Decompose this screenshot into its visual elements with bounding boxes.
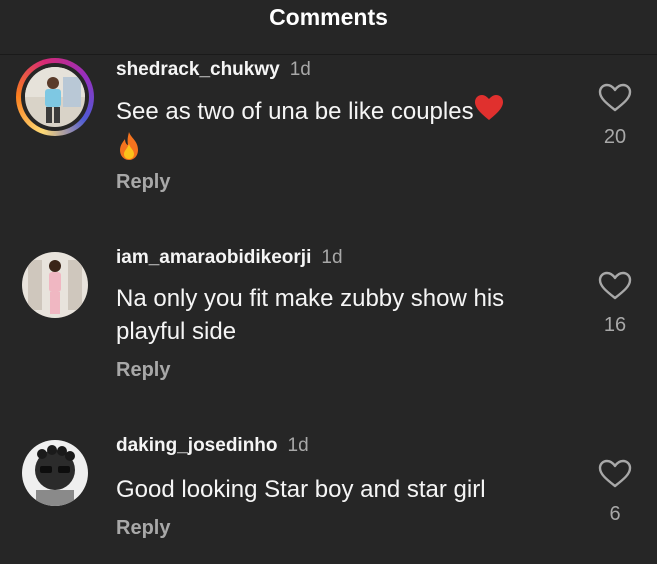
comment-text: See as two of una be like couples xyxy=(116,94,556,170)
heart-outline-icon[interactable] xyxy=(598,271,632,301)
reply-button[interactable]: Reply xyxy=(116,359,170,382)
avatar[interactable] xyxy=(16,58,94,136)
reply-button[interactable]: Reply xyxy=(116,517,170,540)
avatar-photo xyxy=(22,252,88,318)
heart-outline-icon[interactable] xyxy=(598,83,632,113)
comment-time: 1d xyxy=(287,435,309,456)
reply-button[interactable]: Reply xyxy=(116,171,170,194)
like-count: 6 xyxy=(609,503,621,525)
comment-username[interactable]: daking_josedinho 1d xyxy=(116,435,309,457)
comments-header: Comments xyxy=(0,0,657,55)
comment-text: Good looking Star boy and star girl xyxy=(116,476,486,503)
avatar[interactable] xyxy=(16,434,94,512)
red-heart-icon xyxy=(474,94,504,131)
comment-text: Na only you fit make zubby show his play… xyxy=(116,285,505,345)
like-count: 16 xyxy=(603,314,627,336)
comment-time: 1d xyxy=(321,247,343,268)
heart-outline-icon[interactable] xyxy=(598,459,632,489)
fire-icon xyxy=(116,131,142,170)
page-title: Comments xyxy=(269,4,388,30)
like-count: 20 xyxy=(603,126,627,148)
comment-username[interactable]: shedrack_chukwy 1d xyxy=(116,59,311,81)
avatar-photo xyxy=(25,67,85,127)
avatar-photo xyxy=(22,440,88,506)
comment-username[interactable]: iam_amaraobidikeorji 1d xyxy=(116,247,343,269)
avatar[interactable] xyxy=(16,246,94,324)
comment-time: 1d xyxy=(289,59,311,80)
